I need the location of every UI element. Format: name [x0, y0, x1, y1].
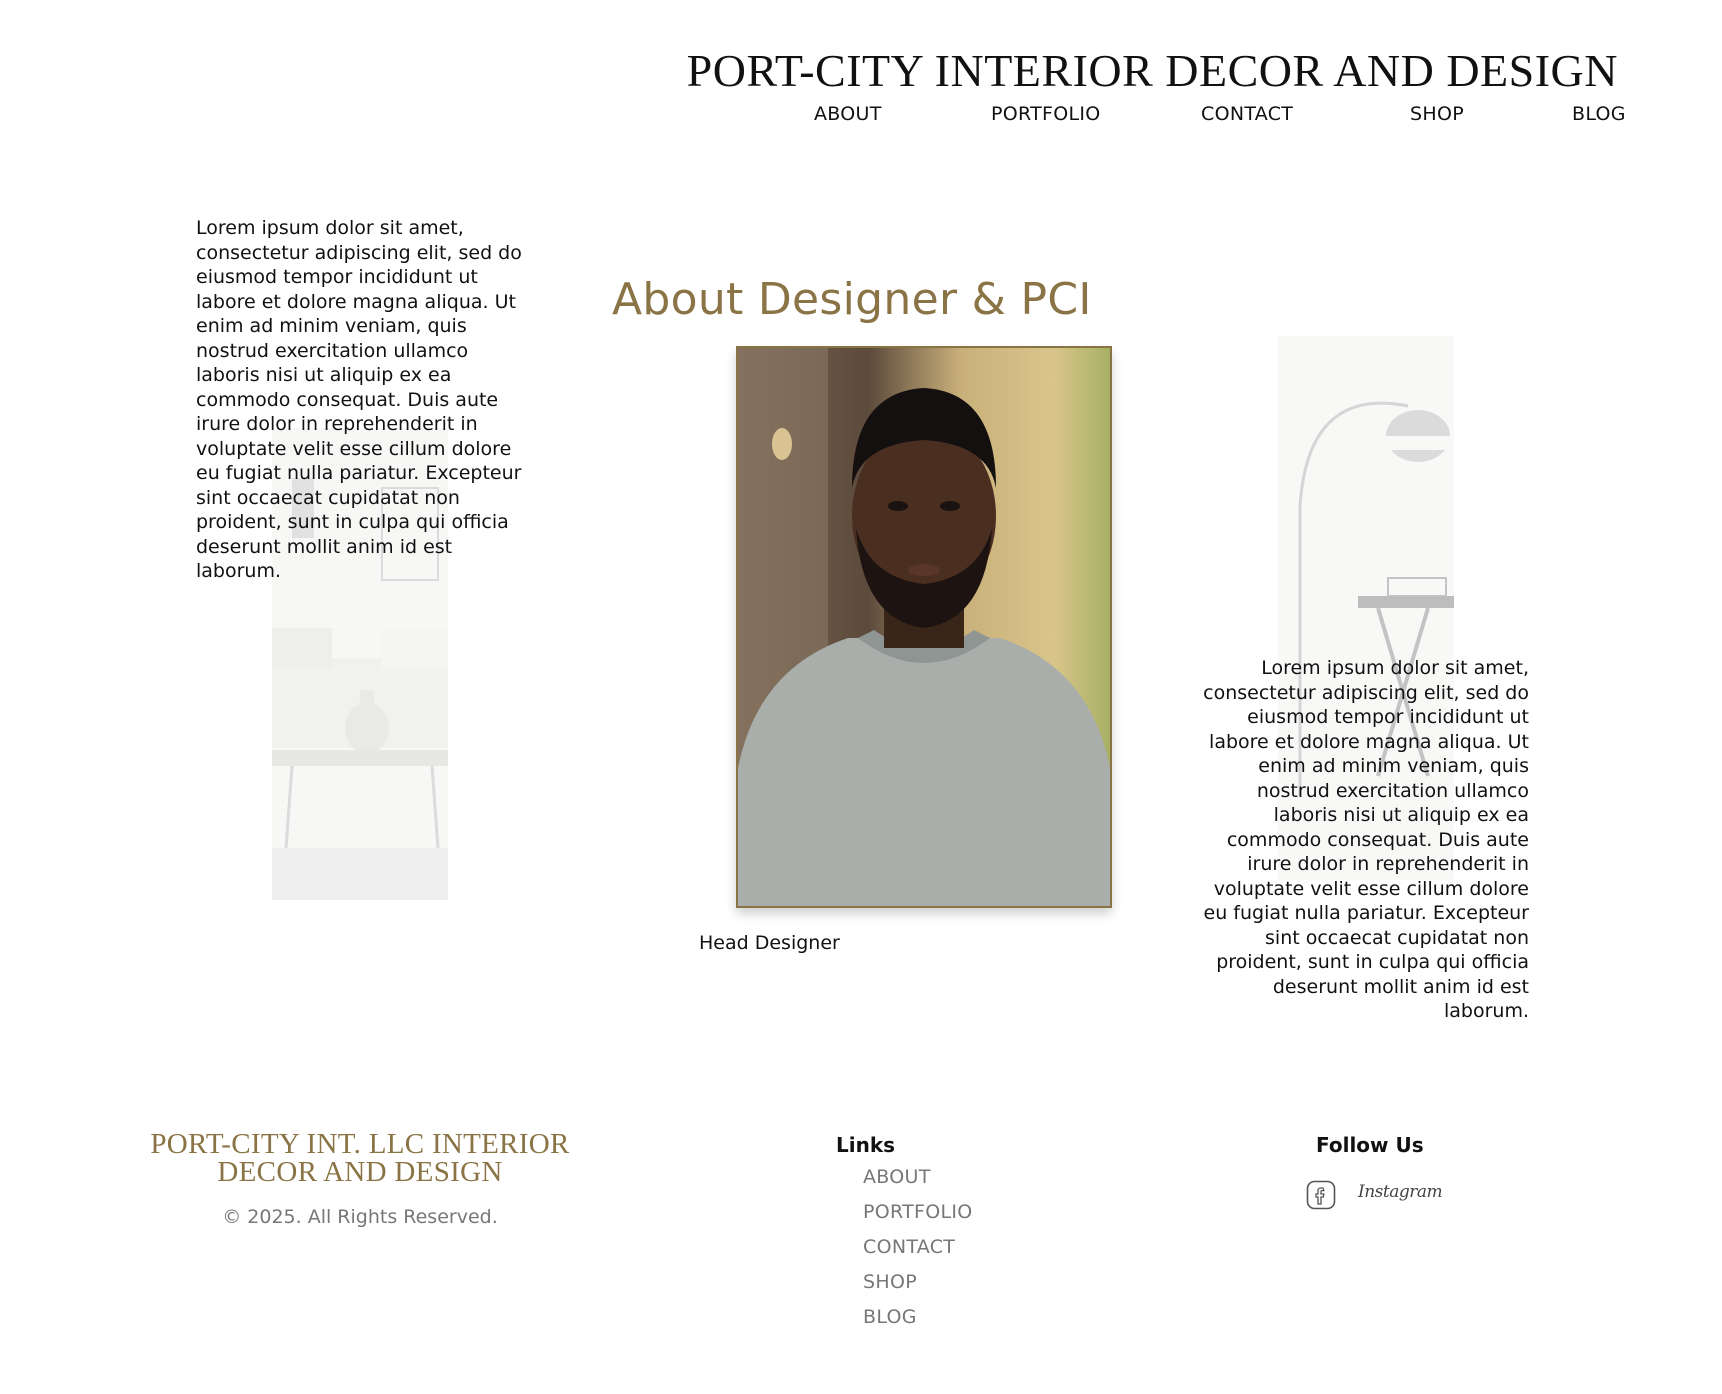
facebook-icon[interactable] — [1306, 1180, 1336, 1210]
follow-us-heading: Follow Us — [1316, 1133, 1424, 1157]
nav-about[interactable]: ABOUT — [814, 103, 882, 125]
site-brand[interactable]: PORT-CITY INTERIOR DECOR AND DESIGN — [687, 44, 1618, 97]
nav-portfolio[interactable]: PORTFOLIO — [991, 103, 1101, 125]
footer-link-shop[interactable]: SHOP — [863, 1269, 973, 1304]
footer-link-blog[interactable]: BLOG — [863, 1304, 973, 1339]
designer-photo — [736, 346, 1112, 908]
instagram-link[interactable]: Instagram — [1358, 1182, 1443, 1202]
footer-links-heading: Links — [836, 1133, 896, 1157]
nav-contact[interactable]: CONTACT — [1201, 103, 1293, 125]
footer-link-contact[interactable]: CONTACT — [863, 1234, 973, 1269]
intro-paragraph-right: Lorem ipsum dolor sit amet, consectetur … — [1203, 657, 1529, 1022]
copyright-text: © 2025. All Rights Reserved. — [222, 1206, 498, 1228]
footer-links: ABOUT PORTFOLIO CONTACT SHOP BLOG — [863, 1164, 973, 1339]
photo-caption: Head Designer — [699, 932, 840, 954]
nav-blog[interactable]: BLOG — [1572, 103, 1626, 125]
nav-shop[interactable]: SHOP — [1410, 103, 1464, 125]
main-nav: ABOUT PORTFOLIO CONTACT SHOP BLOG — [814, 103, 1626, 131]
intro-paragraph-left: Lorem ipsum dolor sit amet, consectetur … — [196, 217, 522, 582]
page-title: About Designer & PCI — [612, 274, 1092, 325]
footer-link-portfolio[interactable]: PORTFOLIO — [863, 1199, 973, 1234]
footer-link-about[interactable]: ABOUT — [863, 1164, 973, 1199]
footer-brand: PORT-CITY INT. LLC INTERIOR DECOR AND DE… — [150, 1128, 570, 1188]
